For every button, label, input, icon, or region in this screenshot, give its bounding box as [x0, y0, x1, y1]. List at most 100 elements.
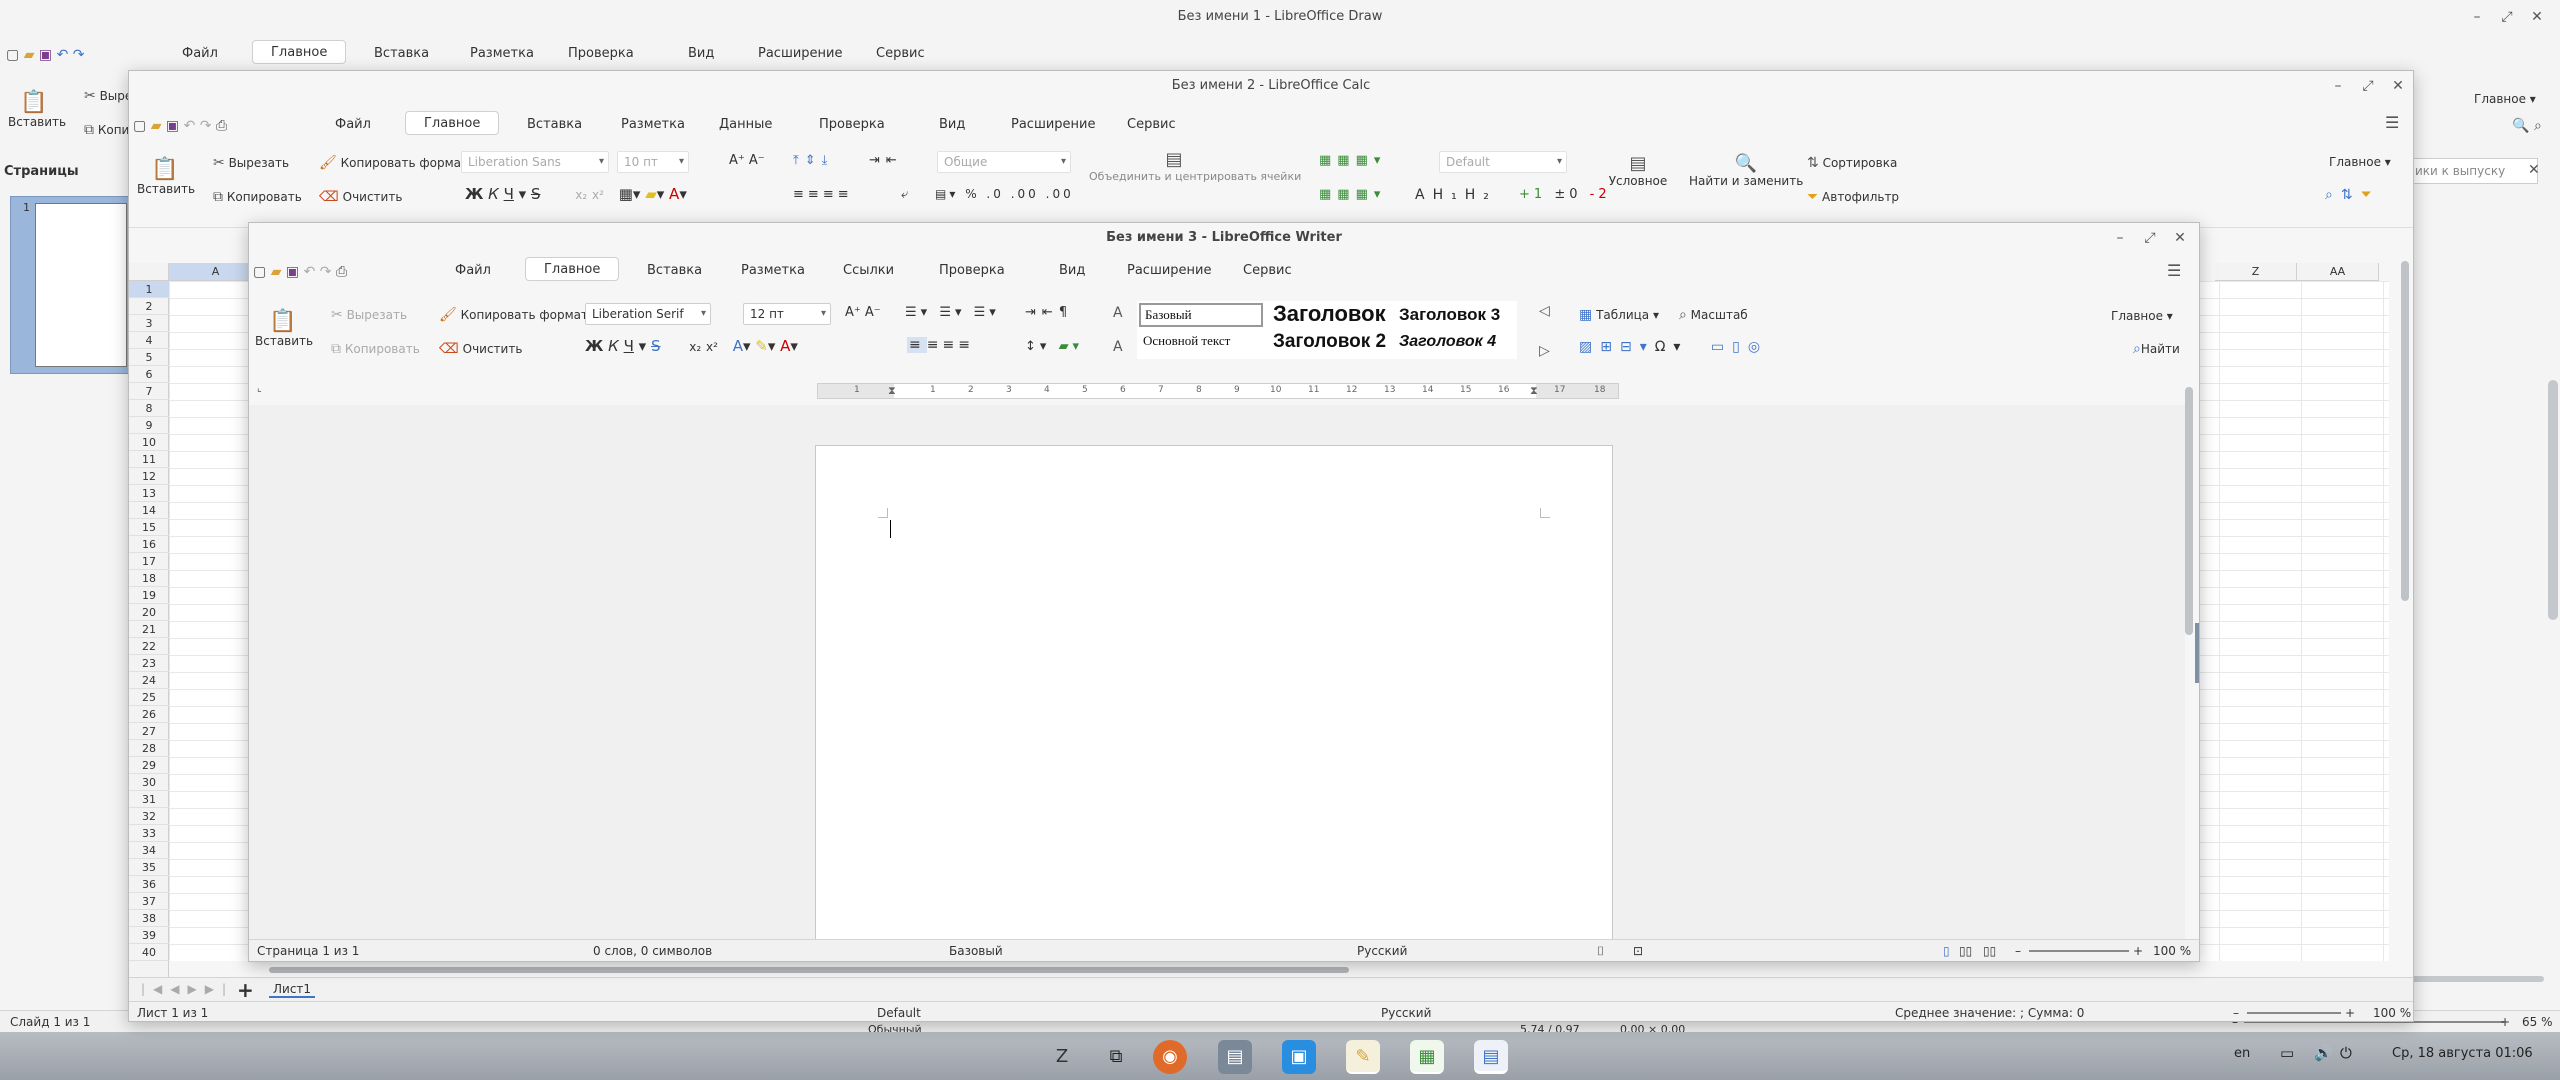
save-icon[interactable]: ▣ [286, 257, 299, 287]
styles-prev-icon[interactable]: ◁ [1539, 303, 1550, 319]
calc-cellstyle-combo[interactable]: Default ▾ [1439, 151, 1567, 173]
calc-row-21[interactable]: 21 [129, 621, 169, 638]
calc-col-aa[interactable]: AA [2297, 263, 2379, 281]
align-left-icon[interactable]: ≡ [907, 337, 927, 353]
style-h1-icon[interactable]: H₁ [1433, 187, 1465, 203]
writer-mode-label[interactable]: Главное ▾ [2111, 309, 2173, 323]
save-icon[interactable]: ▣ [39, 40, 52, 70]
currency-icon[interactable]: ▤ [935, 187, 949, 201]
writer-font-combo[interactable]: Liberation Serif ▾ [585, 303, 711, 325]
open-icon[interactable]: ▰ [151, 111, 162, 141]
align-left-icon[interactable]: ≡ [793, 187, 808, 202]
writer-page[interactable] [815, 445, 1613, 945]
ruler-right-indent-marker[interactable]: ⧗ [1530, 384, 1538, 398]
calc-row-14[interactable]: 14 [129, 502, 169, 519]
insert-cols-icon[interactable]: ▦ [1319, 187, 1337, 202]
volume-icon[interactable]: 🔊 [2314, 1044, 2333, 1062]
zero-icon[interactable]: ±0 [1554, 187, 1581, 202]
strike-icon[interactable]: S [651, 337, 661, 355]
calc-row-34[interactable]: 34 [129, 842, 169, 859]
minus-one-icon[interactable]: -2 [1590, 187, 1611, 202]
insert-rows-icon[interactable]: ▦ [1319, 153, 1337, 168]
writer-tab-insert[interactable]: Вставка [629, 259, 720, 283]
bg-color-icon[interactable]: ▰ [645, 185, 657, 203]
font-color-icon[interactable]: A [780, 337, 790, 355]
writer-ruler[interactable]: 1 ⧗ 1 2 3 4 5 6 7 8 9 10 11 12 13 14 15 … [817, 383, 1619, 399]
draw-zoom-plus-icon[interactable]: + [2500, 1011, 2510, 1032]
calc-row-36[interactable]: 36 [129, 876, 169, 893]
calc-vscroll[interactable] [2401, 261, 2409, 601]
char-shadow-icon[interactable]: A [733, 337, 743, 355]
calc-row-28[interactable]: 28 [129, 740, 169, 757]
calc-row-3[interactable]: 3 [129, 315, 169, 332]
calc-row-35[interactable]: 35 [129, 859, 169, 876]
writer-zoom-plus-icon[interactable]: + [2133, 940, 2143, 961]
writer-close-icon[interactable]: ✕ [2165, 223, 2195, 253]
new-icon[interactable]: ▢ [6, 40, 19, 70]
calc-row-40[interactable]: 40 [129, 944, 169, 961]
highlight-icon[interactable]: ✎ [755, 337, 768, 355]
calc-wrap[interactable]: ⤶ [901, 187, 908, 202]
redo-icon[interactable]: ↷ [200, 111, 212, 141]
undo-icon[interactable]: ↶ [304, 257, 316, 287]
writer-size-combo[interactable]: 12 пт ▾ [743, 303, 831, 325]
italic-icon[interactable]: К [488, 185, 499, 203]
calc-row-12[interactable]: 12 [129, 468, 169, 485]
calc-restore-icon[interactable]: ⤢ [2353, 71, 2383, 101]
bold-icon[interactable]: Ж [465, 185, 483, 203]
calc-tab-layout[interactable]: Разметка [603, 113, 703, 137]
bold-icon[interactable]: Ж [585, 337, 603, 355]
writer-tab-review[interactable]: Проверка [921, 259, 1023, 283]
windows-overview-icon[interactable]: ⧉ [1099, 1040, 1133, 1074]
calc-row-32[interactable]: 32 [129, 808, 169, 825]
underline-icon[interactable]: Ч [624, 337, 634, 355]
writer-tab-extension[interactable]: Расширение [1109, 259, 1230, 283]
justify-icon[interactable]: ≡ [838, 187, 853, 202]
calc-mode-label[interactable]: Главное ▾ [2329, 155, 2391, 169]
calc-tab-review[interactable]: Проверка [801, 113, 903, 137]
draw-page-thumbnail[interactable] [35, 203, 127, 367]
draw-find-icon[interactable]: ⌕ [2534, 118, 2542, 134]
calc-row-15[interactable]: 15 [129, 519, 169, 536]
bullets-icon[interactable]: ☰▾ [905, 305, 931, 320]
calc-hamburger-icon[interactable]: ☰ [2385, 113, 2399, 132]
calc-hscroll[interactable] [269, 967, 1349, 973]
calc-row-8[interactable]: 8 [129, 400, 169, 417]
calc-row-7[interactable]: 7 [129, 383, 169, 400]
writer-tab-references[interactable]: Ссылки [825, 259, 912, 283]
writer-zoom-button[interactable]: ⌕ Масштаб [1679, 307, 1748, 323]
new-icon[interactable]: ▢ [133, 111, 146, 141]
outline-icon[interactable]: ☰▾ [974, 305, 1000, 320]
calc-sheet-tab[interactable]: Лист1 [269, 982, 316, 998]
open-icon[interactable]: ▰ [24, 40, 35, 70]
calc-taskbar-icon[interactable]: ▦ [1410, 1040, 1444, 1074]
calc-row-27[interactable]: 27 [129, 723, 169, 740]
draw-tab-review[interactable]: Проверка [550, 42, 652, 66]
calc-cut-button[interactable]: ✂ Вырезать [213, 155, 289, 171]
undo-icon[interactable]: ↶ [57, 40, 69, 70]
calc-tab-tools[interactable]: Сервис [1109, 113, 1194, 137]
subscript-icon[interactable]: x₂ [689, 340, 701, 354]
pilcrow-icon[interactable]: ¶ [1059, 305, 1073, 320]
style-heading4[interactable]: Заголовок 4 [1399, 333, 1496, 351]
navigator-icon[interactable]: ◎ [1748, 339, 1768, 355]
style-body-text[interactable]: Основной текст [1143, 333, 1230, 349]
calc-row-2[interactable]: 2 [129, 298, 169, 315]
strike-icon[interactable]: S [531, 185, 541, 203]
outdent-icon[interactable]: ⇤ [886, 153, 903, 168]
calc-row-39[interactable]: 39 [129, 927, 169, 944]
calc-zoom-plus-icon[interactable]: + [2345, 1002, 2355, 1021]
style-a-icon[interactable]: A [1415, 187, 1433, 203]
align-middle-icon[interactable]: ⇕ [805, 153, 822, 168]
redo-icon[interactable]: ↷ [73, 40, 85, 70]
calc-row-13[interactable]: 13 [129, 485, 169, 502]
writer-side-handle[interactable] [2195, 623, 2199, 683]
align-top-icon[interactable]: ⤒ [793, 153, 805, 168]
writer-tab-view[interactable]: Вид [1041, 259, 1103, 283]
style-base[interactable]: Базовый [1139, 303, 1263, 327]
align-bottom-icon[interactable]: ⤓ [822, 153, 834, 168]
borders-icon[interactable]: ▦ [619, 185, 633, 203]
save-icon[interactable]: ▣ [166, 111, 179, 141]
calc-tab-extension[interactable]: Расширение [993, 113, 1114, 137]
field-icon[interactable]: ⊟▾ [1620, 339, 1655, 355]
